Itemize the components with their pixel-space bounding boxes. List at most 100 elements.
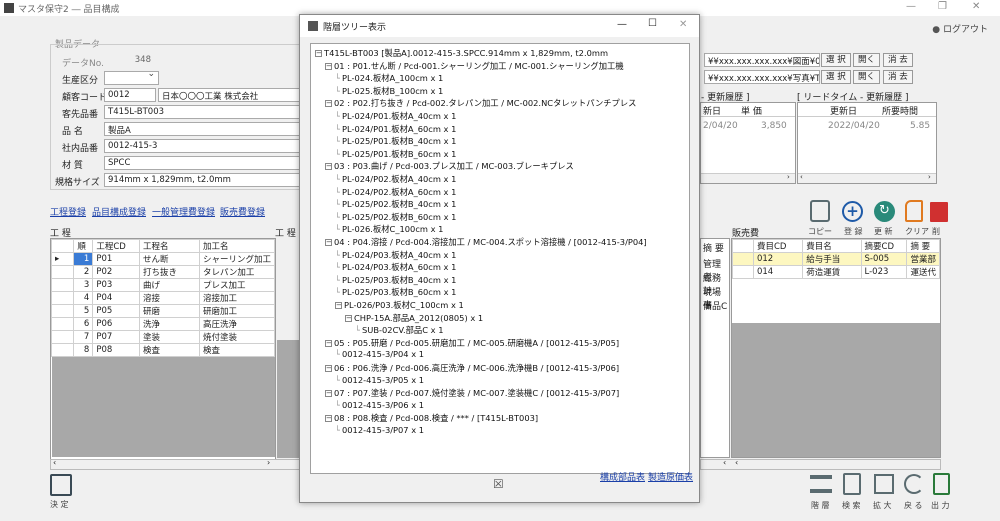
price-history-grid[interactable]: 新日 単 価 2/04/20 3,850 › (700, 102, 796, 184)
tree-node[interactable]: └ PL-024/P02.板材A_60cm x 1 (335, 186, 456, 198)
tree-node[interactable]: └ PL-025/P01.板材B_60cm x 1 (335, 148, 456, 160)
tree-node[interactable]: └ PL-024/P01.板材A_40cm x 1 (335, 110, 456, 122)
tree-node[interactable]: └ PL-025/P03.板材B_40cm x 1 (335, 274, 456, 286)
tree-collapse-icon[interactable]: − (325, 239, 332, 246)
drawing-open-button[interactable]: 開く (853, 53, 881, 67)
tree-node[interactable]: └ 0012-415-3/P04 x 1 (335, 349, 424, 359)
photo-erase-button[interactable]: 消 去 (883, 70, 913, 84)
tree-node[interactable]: └ PL-024/P03.板材A_40cm x 1 (335, 249, 456, 261)
leadtime-scroll-right[interactable]: › (928, 173, 931, 181)
tree-collapse-icon[interactable]: − (315, 50, 322, 57)
tree-node[interactable]: └ PL-025/P03.板材B_60cm x 1 (335, 286, 456, 298)
leadtime-scroll-left[interactable]: ‹ (800, 173, 803, 181)
tree-node[interactable]: − PL-026/P03.板材C_100cm x 1 (335, 299, 464, 311)
tree-node[interactable]: −06 : P06.洗浄 / Pcd-006.高圧洗浄 / MC-006.洗浄機… (325, 362, 619, 374)
tree-node[interactable]: └ PL-024/P02.板材A_40cm x 1 (335, 173, 456, 185)
leadtime-history-grid[interactable]: 更新日 所要時間 2022/04/20 5.85 ‹ › (797, 102, 937, 184)
sales-scroll-left-icon[interactable]: ‹ (723, 458, 726, 467)
process-hscroll[interactable]: ‹ › (50, 458, 300, 470)
photo-path-field[interactable]: ¥¥xxx.xxx.xxx.xxx¥写真¥T415L-B1 (704, 70, 820, 84)
process-row[interactable]: 2 P02 打ち抜き タレパン加工 (51, 265, 275, 279)
tree-collapse-icon[interactable]: − (325, 62, 332, 70)
tree-collapse-icon[interactable]: − (325, 390, 332, 398)
process-row[interactable]: 8 P08 検査 検査 (51, 343, 275, 357)
drawing-select-button[interactable]: 選 択 (821, 53, 851, 67)
process-row[interactable]: 4 P04 溶接 溶接加工 (51, 291, 275, 305)
tree-node[interactable]: └ PL-025/P02.板材B_40cm x 1 (335, 198, 456, 210)
tree-node[interactable]: └ 0012-415-3/P07 x 1 (335, 425, 424, 435)
tree-node[interactable]: └ PL-024/P03.板材A_60cm x 1 (335, 261, 456, 273)
tree-node[interactable]: └ 0012-415-3/P05 x 1 (335, 375, 424, 385)
tree-node[interactable]: └ PL-025/P01.板材B_40cm x 1 (335, 135, 456, 147)
dialog-maximize-button[interactable]: ☐ (648, 18, 657, 29)
admin-cost-grid[interactable]: 摘 要 管理者 総務計 現場事 備品C (700, 238, 730, 458)
photo-select-button[interactable]: 選 択 (821, 70, 851, 84)
price-history-scroll-right[interactable]: › (787, 173, 790, 181)
tree-node[interactable]: └ 0012-415-3/P06 x 1 (335, 400, 424, 410)
photo-open-button[interactable]: 開く (853, 70, 881, 84)
decide-icon[interactable] (50, 474, 72, 496)
restore-button[interactable]: ❐ (938, 1, 947, 12)
tree-node[interactable]: └ PL-025.板材B_100cm x 1 (335, 85, 443, 97)
minimize-button[interactable]: — (906, 1, 916, 12)
tree-node[interactable]: −08 : P08.検査 / Pcd-008.検査 / *** / [T415L… (325, 412, 538, 424)
copy-icon[interactable] (810, 200, 830, 222)
refresh-icon[interactable]: ↻ (874, 201, 895, 222)
process-row[interactable]: ▸ 1 P01 せん断 シャーリング加工 (51, 252, 275, 266)
search-doc-icon[interactable] (843, 473, 861, 495)
dialog-close-icon[interactable]: ☒ (493, 477, 504, 491)
scroll-left-icon[interactable]: ‹ (53, 458, 56, 467)
customer-part-field[interactable]: T415L-BT003 (104, 105, 300, 119)
tree-collapse-icon[interactable]: − (325, 415, 332, 423)
tree-node[interactable]: └ SUB-02CV.部品C x 1 (355, 324, 443, 336)
drawing-erase-button[interactable]: 消 去 (883, 53, 913, 67)
sales-row[interactable]: 012 給与手当 S-005 営業部 (732, 252, 940, 266)
tree-node[interactable]: └ PL-026.板材C_100cm x 1 (335, 223, 443, 235)
back-icon[interactable] (904, 474, 924, 494)
drawing-path-field[interactable]: ¥¥xxx.xxx.xxx.xxx¥図面¥0012-202 (704, 53, 820, 67)
tree-node[interactable]: − T415L-BT003 [製品A].0012-415-3.SPCC.914mm… (315, 47, 608, 59)
tree-collapse-icon[interactable]: − (325, 163, 332, 171)
plus-circle-icon[interactable]: + (842, 201, 863, 222)
tree-collapse-icon[interactable]: − (325, 339, 332, 347)
process-row[interactable]: 5 P05 研磨 研磨加工 (51, 304, 275, 318)
dialog-close-button[interactable]: ✕ (679, 19, 687, 30)
process-row[interactable]: 7 P07 塗装 焼付塗装 (51, 330, 275, 344)
size-field[interactable]: 914mm x 1,829mm, t2.0mm (104, 173, 300, 187)
link-item-structure-register[interactable]: 品目構成登録 (92, 205, 146, 218)
tree-node[interactable]: −07 : P07.塗装 / Pcd-007.焼付塗装 / MC-007.塗装機… (325, 387, 619, 399)
clear-icon[interactable] (905, 200, 923, 222)
hierarchy-tree-view[interactable]: − T415L-BT003 [製品A].0012-415-3.SPCC.914mm… (310, 43, 690, 474)
tree-collapse-icon[interactable]: − (335, 302, 342, 309)
tree-node[interactable]: └ PL-025/P02.板材B_60cm x 1 (335, 211, 456, 223)
tree-node[interactable]: −03 : P03.曲げ / Pcd-003.プレス加工 / MC-003.ブレ… (325, 160, 574, 172)
sales-row[interactable]: 014 荷造運賃 L-023 運送代 (732, 265, 940, 279)
logout-link[interactable]: ● ログアウト (932, 22, 988, 35)
tree-node[interactable]: −04 : P04.溶接 / Pcd-004.溶接加工 / MC-004.スポッ… (325, 236, 647, 248)
layers-icon[interactable] (810, 475, 832, 493)
link-sales-cost-register[interactable]: 販売費登録 (220, 205, 265, 218)
link-admin-cost-register[interactable]: 一般管理費登録 (152, 205, 215, 218)
internal-part-field[interactable]: 0012-415-3 (104, 139, 300, 153)
item-name-field[interactable]: 製品A (104, 122, 300, 136)
link-cost-sheet[interactable]: 製造原価表 (648, 470, 693, 483)
tree-node[interactable]: − CHP-15A.部品A_2012(0805) x 1 (345, 312, 483, 324)
sales-hscroll[interactable]: ‹ ‹ (700, 458, 941, 470)
expand-icon[interactable] (874, 474, 894, 494)
process-row[interactable]: 6 P06 洗浄 高圧洗浄 (51, 317, 275, 331)
close-button[interactable]: ✕ (972, 1, 980, 12)
excel-icon[interactable] (933, 473, 950, 495)
tree-node[interactable]: −02 : P02.打ち抜き / Pcd-002.タレパン加工 / MC-002… (325, 97, 636, 109)
process-grid[interactable]: 順 工程CD 工程名 加工名 ▸ 1 P01 せん断 シャーリング加工 2 P02 打ち抜きタ… (50, 238, 276, 470)
link-process-register[interactable]: 工程登録 (50, 205, 86, 218)
tree-collapse-icon[interactable]: − (345, 314, 352, 322)
scroll-right-icon[interactable]: › (267, 458, 270, 467)
sales-grid[interactable]: 費目CD 費目名 摘要CD 摘 要 012 給与手当 S-005 営業部 014… (731, 238, 941, 458)
dialog-minimize-button[interactable]: — (617, 19, 627, 30)
material-field[interactable]: SPCC (104, 156, 300, 170)
trash-icon[interactable] (930, 202, 948, 222)
tree-collapse-icon[interactable]: − (325, 100, 332, 108)
link-parts-list[interactable]: 構成部品表 (600, 470, 645, 483)
tree-node[interactable]: └ PL-024.板材A_100cm x 1 (335, 72, 443, 84)
tree-node[interactable]: −01 : P01.せん断 / Pcd-001.シャーリング加工 / MC-00… (325, 60, 624, 72)
